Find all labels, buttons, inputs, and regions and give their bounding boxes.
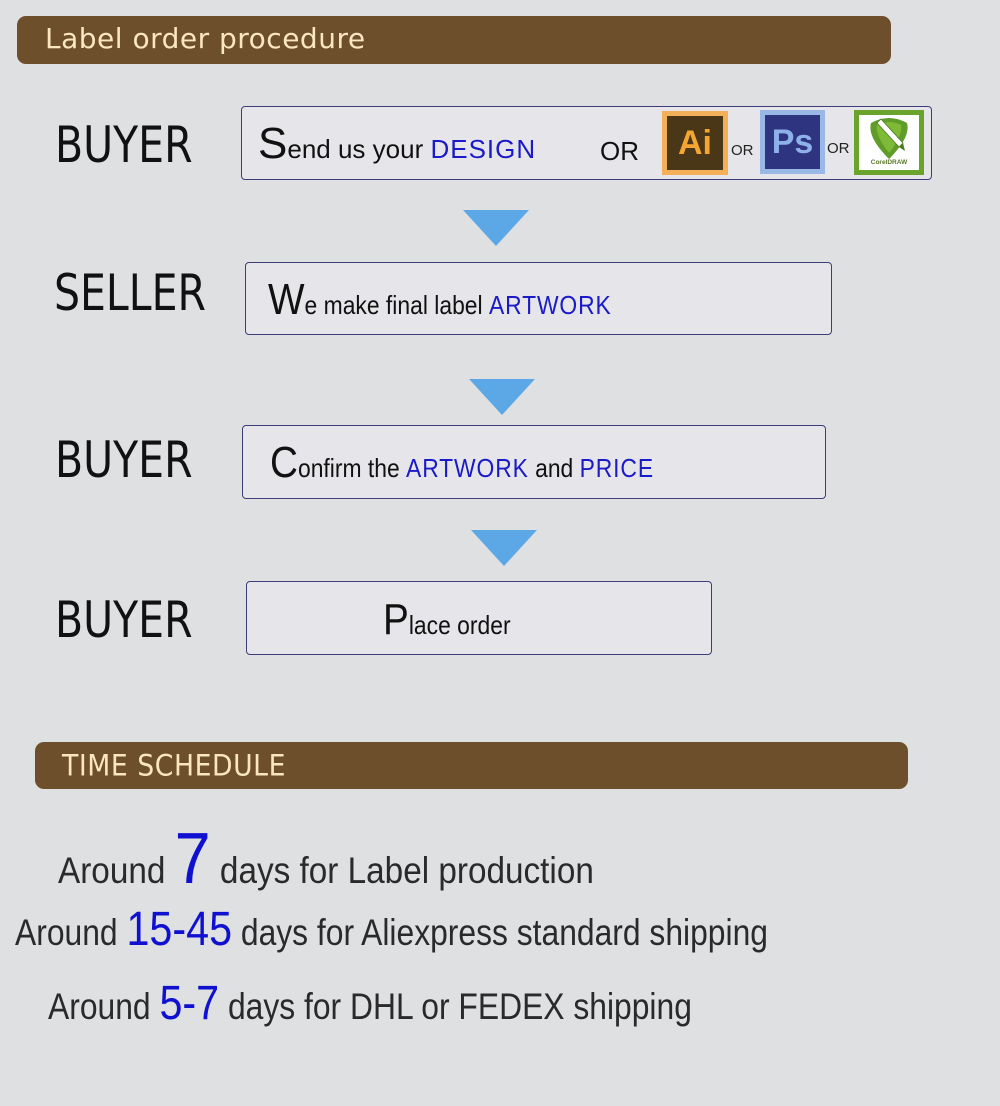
step-4-role: BUYER <box>55 591 193 649</box>
adobe-photoshop-icon: Ps <box>760 110 825 174</box>
procedure-banner: Label order procedure <box>17 16 891 64</box>
schedule-prefix: Around <box>15 912 127 953</box>
step-2-text: We make final label ARTWORK <box>268 278 659 322</box>
step-1-role: BUYER <box>55 116 193 174</box>
software-or-1: OR <box>731 142 754 159</box>
schedule-prefix: Around <box>58 850 175 891</box>
step-2-initial: W <box>268 275 305 324</box>
step-3-text: Confirm the ARTWORK and PRICE <box>270 441 706 485</box>
schedule-banner-title: TIME SCHEDULE <box>62 747 286 782</box>
schedule-value: 7 <box>174 819 211 899</box>
schedule-prefix: Around <box>48 986 160 1027</box>
schedule-suffix: days for Label production <box>210 850 594 891</box>
step-3-emphasis-artwork: ARTWORK <box>406 453 529 483</box>
step-2-text-part: e make final label <box>304 290 489 320</box>
step-3-initial: C <box>270 438 298 487</box>
schedule-value: 5-7 <box>159 977 220 1030</box>
step-1-emphasis: DESIGN <box>430 134 537 164</box>
arrow-down-icon <box>471 530 537 566</box>
step-3-role: BUYER <box>55 431 193 489</box>
step-1-text: Send us your DESIGN <box>258 122 536 166</box>
step-3-text-part-2: and <box>528 453 580 483</box>
schedule-banner: TIME SCHEDULE <box>35 742 908 789</box>
arrow-down-icon <box>469 379 535 415</box>
schedule-suffix: days for Aliexpress standard shipping <box>232 912 768 953</box>
software-or-2: OR <box>827 140 850 157</box>
coreldraw-icon: CorelDRAW <box>854 110 924 175</box>
step-1-initial: S <box>258 119 288 168</box>
step-2-role: SELLER <box>54 264 207 322</box>
step-1-or: OR <box>600 136 639 166</box>
step-4-text-part: lace order <box>408 610 511 640</box>
schedule-line-aliexpress: Around 15-45 days for Aliexpress standar… <box>15 906 891 954</box>
coreldraw-label: CorelDRAW <box>870 159 908 166</box>
step-1-text-part: end us your <box>287 134 431 164</box>
step-3-text-part-1: onfirm the <box>297 453 407 483</box>
step-2-emphasis: ARTWORK <box>488 290 612 320</box>
schedule-suffix: days for DHL or FEDEX shipping <box>219 986 692 1027</box>
arrow-down-icon <box>463 210 529 246</box>
step-4-initial: P <box>383 595 409 644</box>
schedule-line-express: Around 5-7 days for DHL or FEDEX shippin… <box>48 980 797 1028</box>
step-4-text: Place order <box>383 598 528 642</box>
procedure-banner-title: Label order procedure <box>45 22 366 56</box>
step-3-emphasis-price: PRICE <box>579 453 654 483</box>
schedule-value: 15-45 <box>126 903 233 956</box>
schedule-line-production: Around 7 days for Label production <box>58 823 653 895</box>
adobe-illustrator-icon: Ai <box>662 111 728 175</box>
